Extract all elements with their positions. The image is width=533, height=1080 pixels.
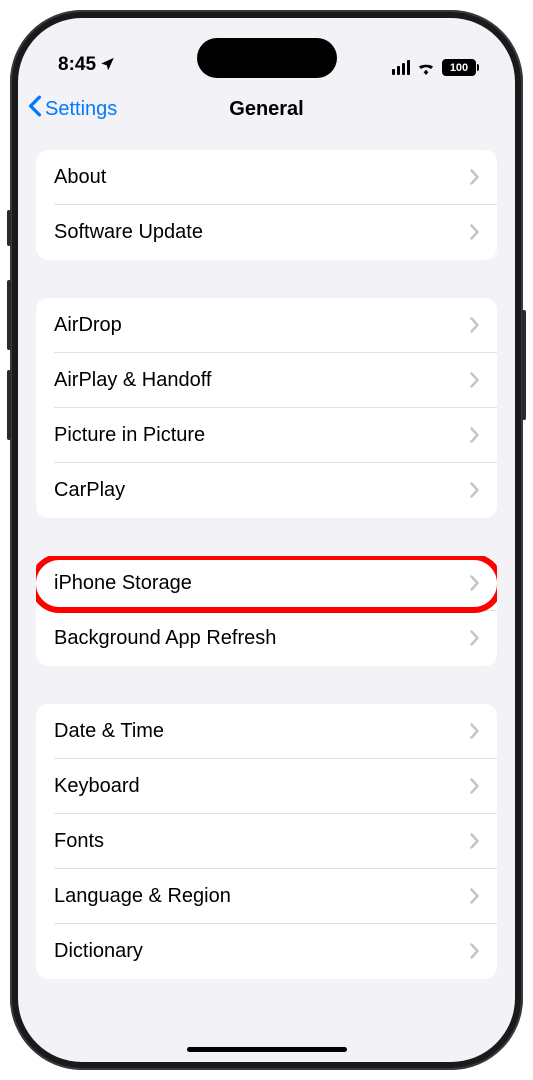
row-airdrop[interactable]: AirDrop (36, 298, 497, 353)
row-label: Picture in Picture (54, 424, 470, 447)
dynamic-island (197, 38, 337, 78)
chevron-right-icon (470, 422, 479, 450)
back-label: Settings (45, 98, 117, 121)
battery-icon: 100 (442, 59, 479, 76)
row-label: AirDrop (54, 314, 470, 337)
wifi-icon (416, 60, 436, 75)
volume-up-button (7, 280, 11, 350)
phone-frame: 8:45 100 (10, 10, 523, 1070)
chevron-right-icon (470, 938, 479, 966)
status-time: 8:45 (58, 54, 96, 76)
row-date-time[interactable]: Date & Time (36, 704, 497, 759)
row-label: Dictionary (54, 940, 470, 963)
row-background-app-refresh[interactable]: Background App Refresh (36, 611, 497, 666)
settings-group: iPhone Storage Background App Refresh (36, 556, 497, 666)
row-label: Keyboard (54, 775, 470, 798)
chevron-right-icon (470, 570, 479, 598)
home-indicator[interactable] (187, 1047, 347, 1052)
chevron-right-icon (470, 625, 479, 653)
back-button[interactable]: Settings (28, 98, 117, 121)
settings-group: Date & Time Keyboard Fonts Language & Regio… (36, 704, 497, 979)
chevron-right-icon (470, 773, 479, 801)
row-label: Background App Refresh (54, 627, 470, 650)
cellular-signal-icon (392, 60, 411, 75)
settings-list[interactable]: About Software Update AirDrop AirPlay & Han… (18, 134, 515, 979)
location-icon (100, 56, 115, 74)
settings-group: About Software Update (36, 150, 497, 260)
chevron-right-icon (470, 164, 479, 192)
row-picture-in-picture[interactable]: Picture in Picture (36, 408, 497, 463)
row-label: Date & Time (54, 720, 470, 743)
power-button (522, 310, 526, 420)
row-iphone-storage[interactable]: iPhone Storage (36, 556, 497, 611)
row-label: CarPlay (54, 479, 470, 502)
row-fonts[interactable]: Fonts (36, 814, 497, 869)
row-label: Software Update (54, 221, 470, 244)
mute-switch (7, 210, 11, 246)
row-language-region[interactable]: Language & Region (36, 869, 497, 924)
row-label: iPhone Storage (54, 572, 470, 595)
row-dictionary[interactable]: Dictionary (36, 924, 497, 979)
chevron-right-icon (470, 312, 479, 340)
chevron-right-icon (470, 883, 479, 911)
chevron-right-icon (470, 718, 479, 746)
battery-level: 100 (450, 62, 468, 74)
back-chevron-icon (28, 95, 42, 121)
settings-group: AirDrop AirPlay & Handoff Picture in Pictu… (36, 298, 497, 518)
volume-down-button (7, 370, 11, 440)
row-label: About (54, 166, 470, 189)
chevron-right-icon (470, 219, 479, 247)
row-label: AirPlay & Handoff (54, 369, 470, 392)
row-software-update[interactable]: Software Update (36, 205, 497, 260)
row-airplay-handoff[interactable]: AirPlay & Handoff (36, 353, 497, 408)
navigation-bar: Settings General (18, 84, 515, 134)
row-about[interactable]: About (36, 150, 497, 205)
phone-screen: 8:45 100 (18, 18, 515, 1062)
chevron-right-icon (470, 477, 479, 505)
row-keyboard[interactable]: Keyboard (36, 759, 497, 814)
chevron-right-icon (470, 828, 479, 856)
row-carplay[interactable]: CarPlay (36, 463, 497, 518)
row-label: Fonts (54, 830, 470, 853)
chevron-right-icon (470, 367, 479, 395)
row-label: Language & Region (54, 885, 470, 908)
page-title: General (229, 98, 303, 121)
